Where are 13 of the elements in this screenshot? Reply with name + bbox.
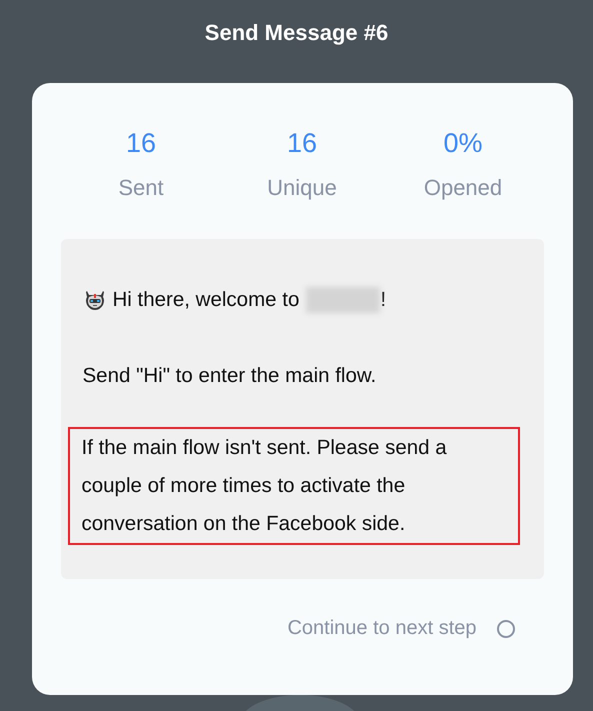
stat-label: Opened xyxy=(424,175,502,201)
message-text: Send "Hi" to enter the main flow. xyxy=(82,363,378,389)
modal-title: Send Message #6 xyxy=(204,20,388,46)
stat-label: Sent xyxy=(118,175,164,201)
stat-value: 0% xyxy=(443,127,483,159)
stat-value: 16 xyxy=(126,127,156,159)
stat-value: 16 xyxy=(286,127,318,159)
exclamation-text: ! xyxy=(380,287,386,313)
stat-label: Unique xyxy=(267,175,337,201)
greeting-text: Hi there, welcome to xyxy=(112,287,300,313)
highlighted-message-text: If the main flow isn't sent. Please send a couple of more times to activate the conversation on the Facebook side. xyxy=(68,427,520,545)
continue-label: Continue to next step xyxy=(287,617,476,640)
continue-radio[interactable] xyxy=(496,620,514,638)
